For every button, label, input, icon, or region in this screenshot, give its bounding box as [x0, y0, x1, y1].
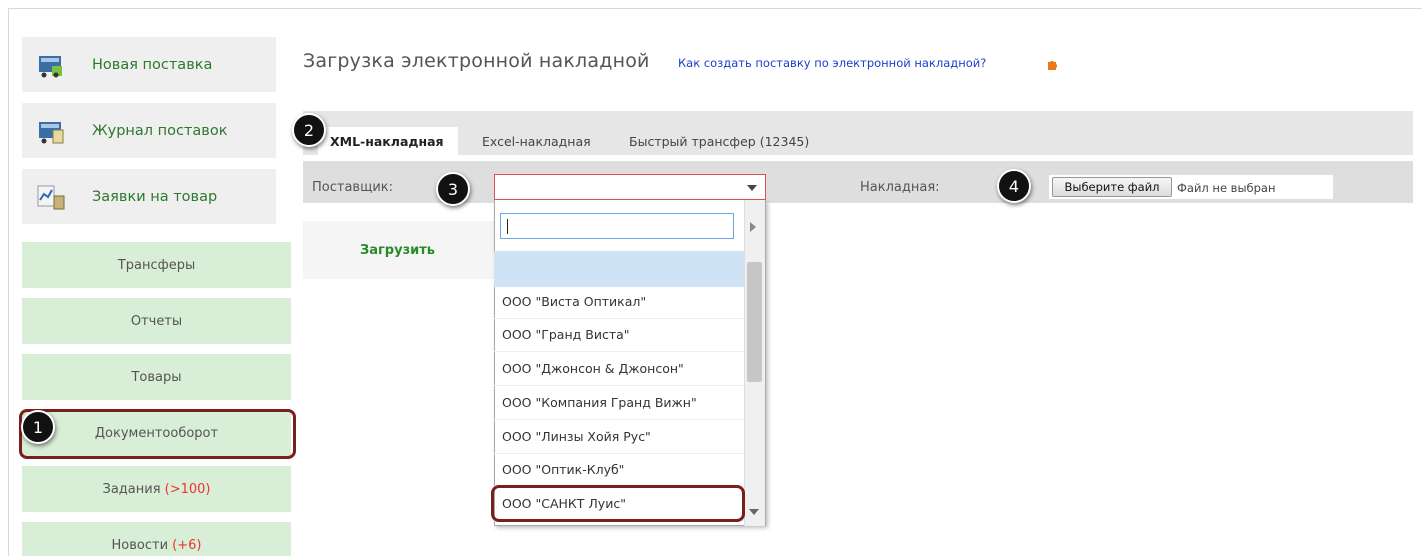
sidebar-item-label: Товары [131, 369, 182, 385]
option-label: ООО "Виста Оптикал" [502, 294, 647, 309]
sidebar-item-label: Отчеты [130, 313, 183, 329]
sidebar-item-label: Новая поставка [92, 56, 213, 73]
step-marker-1: 1 [21, 410, 55, 444]
sidebar-item-delivery-journal[interactable]: Журнал поставок [22, 103, 276, 158]
sidebar-item-label: Заявки на товар [92, 188, 218, 205]
dropdown-option[interactable]: ООО "Джонсон & Джонсон" [494, 352, 744, 386]
tab-fast-transfer[interactable]: Быстрый трансфер (12345) [617, 127, 821, 155]
choose-file-button[interactable]: Выберите файл [1052, 177, 1172, 197]
sidebar-item-transfers[interactable]: Трансферы [22, 242, 291, 288]
supplier-select[interactable] [494, 174, 766, 200]
scrollbar-thumb[interactable] [747, 262, 762, 382]
news-count-badge: (+6) [172, 537, 202, 553]
step-marker-3: 3 [436, 172, 470, 206]
page-title: Загрузка электронной накладной [303, 50, 650, 72]
dropdown-option[interactable]: ООО "Оптик-Клуб" [494, 453, 744, 487]
tab-excel-invoice[interactable]: Excel-накладная [470, 127, 603, 155]
sidebar-item-reports[interactable]: Отчеты [22, 298, 291, 344]
scroll-down-icon[interactable] [749, 509, 759, 515]
upload-button[interactable]: Загрузить [360, 243, 435, 258]
sidebar-item-news[interactable]: Новости (+6) [22, 522, 291, 556]
tasks-count-badge: (>100) [164, 481, 211, 497]
sidebar-item-tasks[interactable]: Задания (>100) [22, 466, 291, 512]
help-puzzle-icon[interactable] [1047, 56, 1058, 70]
dropdown-option[interactable]: ООО "Гранд Виста" [494, 318, 744, 352]
sidebar-item-new-delivery[interactable]: Новая поставка [22, 37, 276, 92]
option-label: ООО "Оптик-Клуб" [502, 462, 625, 477]
tab-label: Excel-накладная [482, 133, 591, 149]
help-link[interactable]: Как создать поставку по электронной накл… [678, 56, 986, 70]
request-chart-icon [36, 182, 66, 212]
sidebar-item-product-requests[interactable]: Заявки на товар [22, 169, 276, 224]
tab-label: Быстрый трансфер (12345) [629, 133, 810, 149]
tab-label: XML-накладная [330, 133, 444, 149]
option-label: ООО "Гранд Виста" [502, 327, 630, 342]
sidebar-item-label: Трансферы [117, 257, 196, 273]
sidebar-item-label: Журнал поставок [92, 122, 228, 139]
highlight-document-flow [19, 409, 296, 459]
dropdown-option[interactable]: ООО "Виста Оптикал" [494, 285, 744, 319]
option-label: ООО "Линзы Хойя Рус" [502, 429, 651, 444]
journal-cart-icon [36, 116, 66, 146]
sidebar-item-label: Новости [111, 537, 169, 553]
highlight-sankt-luis [491, 485, 745, 522]
scroll-arrow-icon[interactable] [750, 222, 756, 232]
supplier-label: Поставщик: [312, 180, 394, 195]
chevron-down-icon [747, 185, 757, 191]
file-status: Файл не выбран [1177, 181, 1276, 195]
dropdown-option[interactable]: ООО "Линзы Хойя Рус" [494, 420, 744, 454]
delivery-cart-icon [36, 50, 66, 80]
dropdown-option[interactable]: ООО "Компания Гранд Вижн" [494, 386, 744, 420]
option-label: ООО "Компания Гранд Вижн" [502, 395, 697, 410]
invoice-label: Накладная: [860, 180, 940, 195]
option-label: ООО "Джонсон & Джонсон" [502, 361, 684, 376]
text-caret [507, 219, 508, 234]
dropdown-option-empty[interactable] [494, 251, 744, 287]
tab-xml-invoice[interactable]: XML-накладная [318, 127, 458, 155]
sidebar-item-products[interactable]: Товары [22, 354, 291, 400]
step-marker-2: 2 [292, 113, 326, 147]
dropdown-search-input[interactable] [500, 213, 734, 239]
sidebar-item-label: Задания [102, 481, 161, 497]
step-marker-4: 4 [997, 169, 1031, 203]
